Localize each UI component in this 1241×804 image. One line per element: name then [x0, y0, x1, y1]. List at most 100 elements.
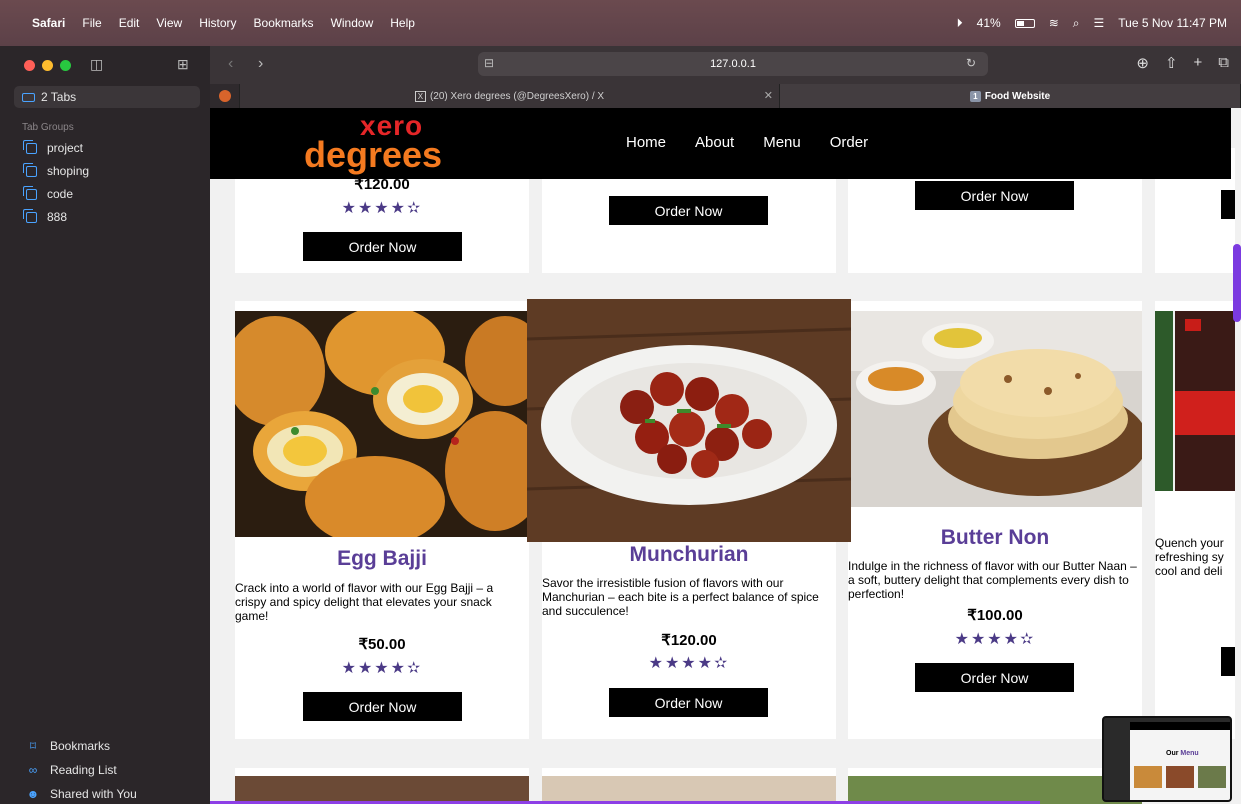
menu-window[interactable]: Window [331, 16, 374, 30]
page-menu-icon[interactable]: ⊟ [484, 56, 494, 70]
sidebar-tabs-row[interactable]: 2 Tabs [14, 86, 200, 108]
sidebar-bookmarks[interactable]: ⌑ Bookmarks [26, 739, 110, 753]
order-now-button[interactable]: Order Now [303, 232, 462, 261]
tab-x[interactable]: X (20) Xero degrees (@DegreesXero) / X ✕ [240, 84, 780, 108]
food-image [542, 776, 836, 804]
tab-badge: 1 [969, 90, 981, 102]
thumbnail-page: Our Menu [1130, 722, 1230, 800]
window-thumbnail[interactable]: Our Menu [1102, 716, 1232, 802]
clock[interactable]: Tue 5 Nov 11:47 PM [1118, 16, 1227, 30]
tab-group-888[interactable]: 888 [23, 208, 68, 224]
menu-help[interactable]: Help [390, 16, 415, 30]
order-now-button[interactable] [1221, 647, 1235, 676]
order-now-button[interactable]: Order Now [303, 692, 462, 721]
menu-app-name[interactable]: Safari [32, 16, 65, 30]
close-tab-icon[interactable]: ✕ [764, 89, 773, 102]
tab-group-shoping[interactable]: shoping [23, 162, 89, 178]
rating-stars: ★★★★✫ [341, 200, 423, 217]
menu-file[interactable]: File [82, 16, 101, 30]
reload-icon[interactable]: ↻ [966, 56, 976, 70]
back-icon[interactable]: ‹ [228, 55, 233, 73]
site-logo[interactable]: xero degrees [304, 110, 442, 176]
plus-icon[interactable]: + [1194, 54, 1203, 72]
card-price: ₹50.00 [358, 636, 406, 653]
x-logo-icon: X [414, 90, 426, 102]
sidebar-shared-label: Shared with You [50, 787, 137, 801]
play-icon[interactable]: ⏵ [957, 16, 963, 31]
battery-icon[interactable] [1014, 18, 1035, 28]
order-now-button[interactable]: Order Now [915, 181, 1074, 210]
macos-menubar: Safari File Edit View History Bookmarks … [0, 0, 1241, 46]
thumbnail-image [1198, 766, 1226, 788]
menu-history[interactable]: History [199, 16, 236, 30]
page-scrollbar[interactable] [1233, 244, 1241, 322]
window-controls [24, 60, 71, 71]
url-text: 127.0.0.1 [710, 58, 756, 70]
menu-edit[interactable]: Edit [119, 16, 140, 30]
order-now-button[interactable]: Order Now [609, 196, 768, 225]
menu-view[interactable]: View [156, 16, 182, 30]
sidebar-toggle-icon[interactable]: ◫ [90, 56, 103, 73]
tab-food-website[interactable]: 1 Food Website [780, 84, 1241, 108]
nav-home[interactable]: Home [626, 134, 666, 151]
menu-card [848, 768, 1142, 804]
order-now-button[interactable]: Order Now [609, 688, 768, 717]
rating-stars: ★★★★✫ [341, 660, 423, 677]
butter-naan-image [848, 311, 1142, 507]
tab-group-icon [23, 185, 37, 200]
tabs-icon [22, 92, 35, 102]
sidebar-shared-with-you[interactable]: ☻ Shared with You [26, 787, 137, 801]
wifi-icon[interactable]: ≋ [1049, 16, 1059, 30]
control-center-icon[interactable]: ☰ [1094, 16, 1105, 30]
close-button[interactable] [24, 60, 35, 71]
order-now-button[interactable] [1221, 190, 1235, 219]
people-icon: ☻ [26, 787, 40, 801]
tab-pinned[interactable] [210, 84, 240, 108]
thumbnail-heading-a: Our [1166, 750, 1179, 757]
tab-bar: X (20) Xero degrees (@DegreesXero) / X ✕… [210, 84, 1241, 108]
zoom-button[interactable] [60, 60, 71, 71]
card-title: Munchurian [629, 543, 749, 566]
share-icon[interactable]: ⇧ [1165, 54, 1178, 72]
tab-group-icon [23, 208, 37, 223]
menu-bookmarks[interactable]: Bookmarks [254, 16, 314, 30]
menu-card [542, 768, 836, 804]
sidebar-reading-list[interactable]: ∞ Reading List [26, 763, 117, 777]
coke-image [1155, 311, 1235, 491]
rating-stars: ★★★★✫ [648, 655, 730, 672]
order-now-button[interactable]: Order Now [915, 663, 1074, 692]
site-nav: Home About Menu Order [626, 134, 868, 151]
card-description: Indulge in the richness of flavor with o… [848, 559, 1137, 601]
thumbnail-image [1166, 766, 1194, 788]
nav-order[interactable]: Order [830, 134, 868, 151]
food-image [235, 776, 529, 804]
forward-icon[interactable]: › [258, 55, 263, 73]
tab-overview-icon[interactable]: ⧉ [1218, 54, 1229, 72]
nav-menu[interactable]: Menu [763, 134, 801, 151]
tab-group-code[interactable]: code [23, 185, 73, 201]
search-icon[interactable]: ⌕ [1073, 16, 1080, 31]
favicon-icon [218, 90, 231, 102]
thumbnail-heading: Our Menu [1166, 750, 1199, 757]
tab-group-label: 888 [47, 210, 68, 224]
new-tab-group-icon[interactable]: ⊞ [177, 56, 189, 73]
nav-about[interactable]: About [695, 134, 734, 151]
thumbnail-image [1134, 766, 1162, 788]
download-icon[interactable]: ⊕ [1136, 54, 1149, 72]
card-title: Butter Non [940, 526, 1050, 549]
tab-label: (20) Xero degrees (@DegreesXero) / X [429, 90, 605, 102]
minimize-button[interactable] [42, 60, 53, 71]
food-image [848, 776, 1142, 804]
munchurian-image [527, 299, 851, 542]
toolbar-actions: ⊕ ⇧ + ⧉ [1136, 54, 1229, 72]
tab-group-project[interactable]: project [23, 139, 83, 155]
card-price: ₹120.00 [661, 632, 717, 649]
bookmark-icon: ⌑ [29, 739, 37, 753]
battery-percent: 41% [976, 16, 1001, 30]
sidebar-reading-list-label: Reading List [50, 763, 117, 777]
thumbnail-header [1130, 722, 1230, 730]
browser-toolbar: ‹ › ⊟ 127.0.0.1 ↻ ⊕ ⇧ + ⧉ [210, 46, 1241, 84]
address-bar[interactable]: ⊟ 127.0.0.1 ↻ [478, 52, 988, 76]
menu-card-egg-bajji: Egg Bajji Crack into a world of flavor w… [235, 301, 529, 739]
egg-bajji-image [235, 311, 529, 537]
